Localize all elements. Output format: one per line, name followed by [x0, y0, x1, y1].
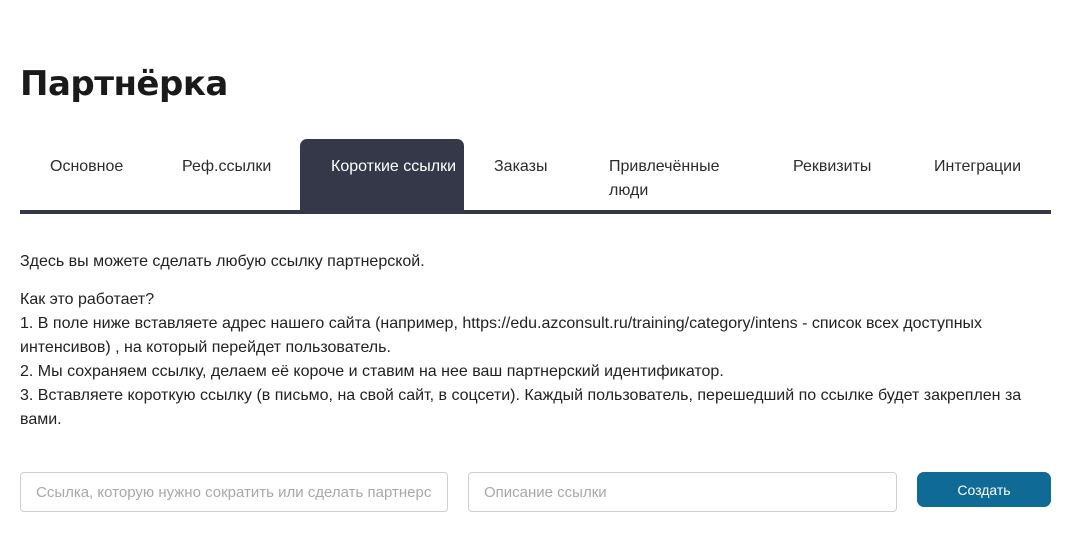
page-title: Партнёрка — [20, 64, 228, 104]
step-1: 1. В поле ниже вставляете адрес нашего с… — [20, 315, 983, 356]
tab-ref-links[interactable]: Реф.ссылки — [182, 139, 292, 210]
how-title: Как это работает? — [20, 291, 155, 308]
tab-orders[interactable]: Заказы — [494, 139, 574, 210]
how-it-works: Как это работает? 1. В поле ниже вставля… — [20, 288, 1051, 432]
tab-referred-people[interactable]: Привлечённые люди — [609, 139, 739, 210]
step-2: 2. Мы сохраняем ссылку, делаем её короче… — [20, 363, 724, 380]
create-button[interactable]: Создать — [917, 472, 1051, 507]
tab-underline — [20, 210, 1051, 214]
tab-short-links[interactable]: Короткие ссылки — [300, 139, 464, 210]
link-input[interactable] — [20, 472, 448, 512]
step-3: 3. Вставляете короткую ссылку (в письмо,… — [20, 387, 1022, 428]
intro-text: Здесь вы можете сделать любую ссылку пар… — [20, 253, 425, 270]
tab-main[interactable]: Основное — [50, 139, 160, 210]
tab-integrations[interactable]: Интеграции — [934, 139, 1044, 210]
link-description-input[interactable] — [468, 472, 897, 512]
tab-requisites[interactable]: Реквизиты — [793, 139, 893, 210]
content-section: Здесь вы можете сделать любую ссылку пар… — [20, 250, 1051, 432]
page: Партнёрка Основное Реф.ссылки Короткие с… — [0, 0, 1066, 543]
tab-bar: Основное Реф.ссылки Короткие ссылки Зака… — [20, 139, 1051, 210]
